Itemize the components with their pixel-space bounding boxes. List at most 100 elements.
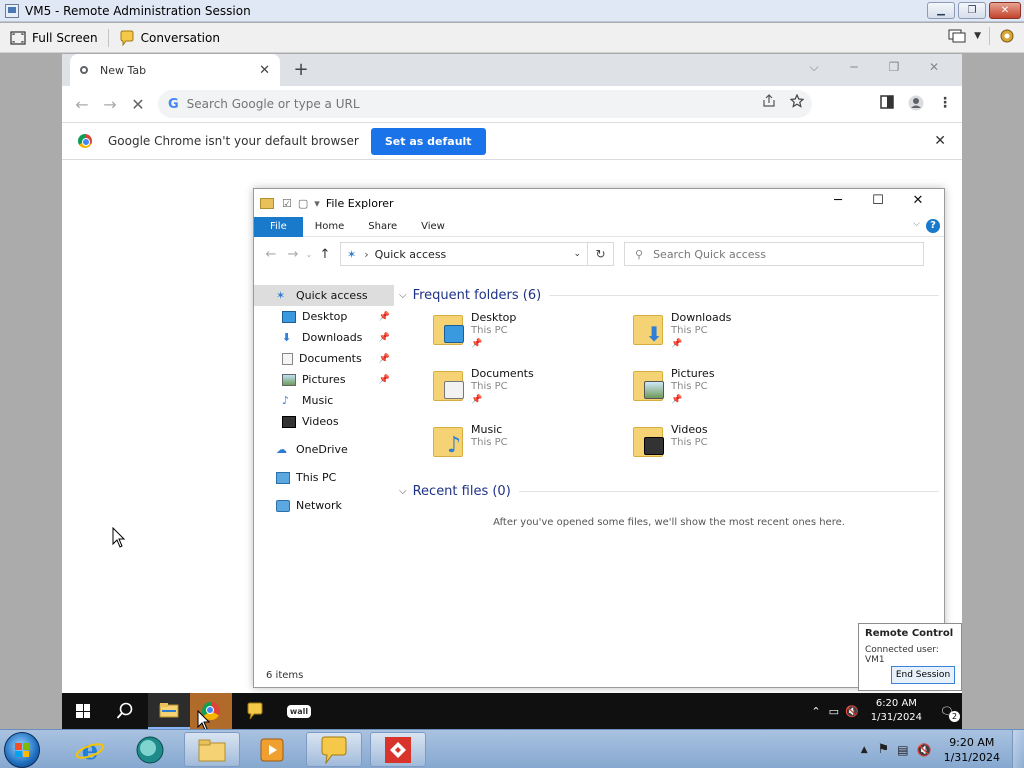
tab-new-tab[interactable]: New Tab ✕ [70, 54, 280, 86]
monitor-dropdown-icon[interactable]: ▼ [974, 31, 981, 41]
qat-customize-icon[interactable]: ▾ [314, 197, 320, 210]
show-desktop-button[interactable] [1012, 730, 1024, 768]
volume-muted-icon[interactable]: 🔇 [917, 743, 932, 757]
action-center-flag-icon[interactable]: ⚑ [878, 742, 890, 757]
set-as-default-button[interactable]: Set as default [370, 127, 486, 155]
address-dropdown-icon[interactable]: ⌄ [573, 249, 581, 259]
side-panel-icon[interactable] [880, 95, 894, 109]
explorer-close-button[interactable]: ✕ [898, 193, 938, 208]
folder-tile-desktop[interactable]: Desktop This PC 📌 [399, 309, 599, 361]
remote-taskbar-file-explorer[interactable] [148, 693, 190, 729]
network-icon [276, 499, 290, 512]
explorer-maximize-button[interactable]: ☐ [858, 193, 898, 208]
host-window-title: VM5 - Remote Administration Session [25, 3, 251, 18]
host-taskbar-file-explorer[interactable] [184, 732, 240, 767]
nav-item-network[interactable]: Network [254, 495, 394, 516]
qat-new-folder-icon[interactable]: ▢ [298, 197, 308, 210]
nav-item-pictures[interactable]: Pictures 📌 [254, 369, 394, 390]
host-restore-button[interactable]: ❐ [958, 2, 986, 19]
nav-label: Videos [302, 415, 339, 428]
nav-item-quick-access[interactable]: ✶ Quick access [254, 285, 394, 306]
infobar-close-icon[interactable]: ✕ [934, 133, 946, 149]
remote-taskbar-chat-app[interactable] [234, 693, 276, 729]
profile-avatar-icon[interactable] [908, 95, 924, 111]
folder-location: This PC [471, 325, 508, 336]
host-taskbar-remote-app[interactable] [370, 732, 426, 767]
pictures-folder-icon [633, 367, 664, 401]
explorer-minimize-button[interactable]: ─ [818, 193, 858, 208]
omnibox-input[interactable] [186, 97, 747, 111]
show-hidden-icons-icon[interactable]: ▲ [861, 745, 868, 755]
ribbon-tab-file[interactable]: File [254, 216, 303, 237]
host-date: 1/31/2024 [943, 750, 1000, 764]
folder-name: Desktop [471, 311, 517, 324]
network-tray-icon[interactable]: ▤ [897, 743, 908, 757]
show-hidden-icons-icon[interactable]: ⌃ [811, 705, 820, 718]
forward-arrow-icon[interactable]: → [96, 95, 124, 114]
host-taskbar-conversation[interactable] [306, 732, 362, 767]
host-taskbar-media-player[interactable] [244, 732, 300, 767]
search-box[interactable]: ⚲ Search Quick access [624, 242, 924, 266]
pin-icon: 📌 [671, 395, 683, 405]
host-taskbar-ie[interactable]: e [62, 732, 118, 767]
nav-item-videos[interactable]: Videos [254, 411, 394, 432]
ribbon-tab-share[interactable]: Share [356, 217, 409, 237]
stop-loading-icon[interactable]: ✕ [124, 95, 152, 114]
folder-tile-pictures[interactable]: Pictures This PC 📌 [599, 365, 799, 417]
svg-text:e: e [82, 736, 99, 765]
share-icon[interactable] [762, 94, 776, 108]
chrome-menu-icon[interactable]: ⋮ [938, 95, 952, 111]
remote-search-button[interactable] [104, 693, 146, 729]
remote-start-button[interactable] [62, 693, 104, 729]
ribbon-tab-home[interactable]: Home [303, 217, 357, 237]
network-tray-icon[interactable]: ▭ [829, 705, 839, 718]
nav-item-this-pc[interactable]: This PC [254, 467, 394, 488]
tab-close-icon[interactable]: ✕ [259, 63, 270, 78]
nav-item-desktop[interactable]: Desktop 📌 [254, 306, 394, 327]
host-start-orb[interactable] [4, 732, 40, 768]
recent-locations-icon[interactable]: ⌄ [304, 250, 314, 259]
omnibox[interactable]: G [158, 90, 812, 118]
host-close-button[interactable]: ✕ [989, 2, 1021, 19]
nav-item-onedrive[interactable]: ☁ OneDrive [254, 439, 394, 460]
explorer-back-icon[interactable]: ← [260, 247, 282, 262]
full-screen-button[interactable]: Full Screen [0, 26, 108, 50]
up-level-icon[interactable]: ↑ [314, 247, 336, 262]
frequent-folders-header[interactable]: ⌵ Frequent folders (6) [399, 285, 939, 305]
nav-item-music[interactable]: ♪ Music [254, 390, 394, 411]
action-center-icon[interactable]: 🗨 2 [940, 705, 960, 722]
nav-item-downloads[interactable]: ⬇ Downloads 📌 [254, 327, 394, 348]
host-titlebar: VM5 - Remote Administration Session ▁ ❐ … [0, 0, 1024, 22]
help-icon[interactable]: ? [926, 219, 940, 233]
host-clock[interactable]: 9:20 AM 1/31/2024 [944, 735, 1000, 765]
chrome-minimize-button[interactable]: ─ [834, 56, 874, 78]
folder-tile-videos[interactable]: Videos This PC [599, 421, 799, 473]
host-minimize-button[interactable]: ▁ [927, 2, 955, 19]
recent-files-header[interactable]: ⌵ Recent files (0) [399, 481, 939, 501]
explorer-forward-icon[interactable]: → [282, 247, 304, 262]
folder-tile-documents[interactable]: Documents This PC 📌 [399, 365, 599, 417]
monitor-select-icon[interactable] [948, 28, 966, 44]
end-session-button[interactable]: End Session [891, 666, 955, 684]
nav-label: This PC [296, 471, 337, 484]
host-taskbar-app-globe[interactable] [122, 732, 178, 767]
ribbon-tab-view[interactable]: View [409, 217, 457, 237]
new-tab-button[interactable]: + [289, 58, 313, 82]
volume-muted-icon[interactable]: 🔇 [845, 705, 859, 718]
tab-search-icon[interactable]: ⌵ [794, 56, 834, 78]
expand-ribbon-icon[interactable]: ⌵ [913, 219, 920, 229]
remote-taskbar-wall-app[interactable]: wall [278, 693, 320, 729]
address-bar[interactable]: ✶ › Quick access ⌄ [340, 242, 588, 266]
qat-properties-icon[interactable]: ☑ [282, 197, 292, 210]
back-arrow-icon[interactable]: ← [68, 95, 96, 114]
chrome-restore-button[interactable]: ❐ [874, 56, 914, 78]
remote-clock[interactable]: 6:20 AM 1/31/2024 [871, 697, 922, 725]
bookmark-star-icon[interactable] [790, 94, 804, 108]
refresh-icon[interactable]: ↻ [588, 242, 614, 266]
folder-tile-downloads[interactable]: ⬇ Downloads This PC 📌 [599, 309, 799, 361]
folder-tile-music[interactable]: ♪ Music This PC [399, 421, 599, 473]
nav-item-documents[interactable]: Documents 📌 [254, 348, 394, 369]
settings-gear-icon[interactable] [998, 27, 1016, 45]
conversation-button[interactable]: Conversation [109, 26, 230, 50]
chrome-close-button[interactable]: ✕ [914, 56, 954, 78]
